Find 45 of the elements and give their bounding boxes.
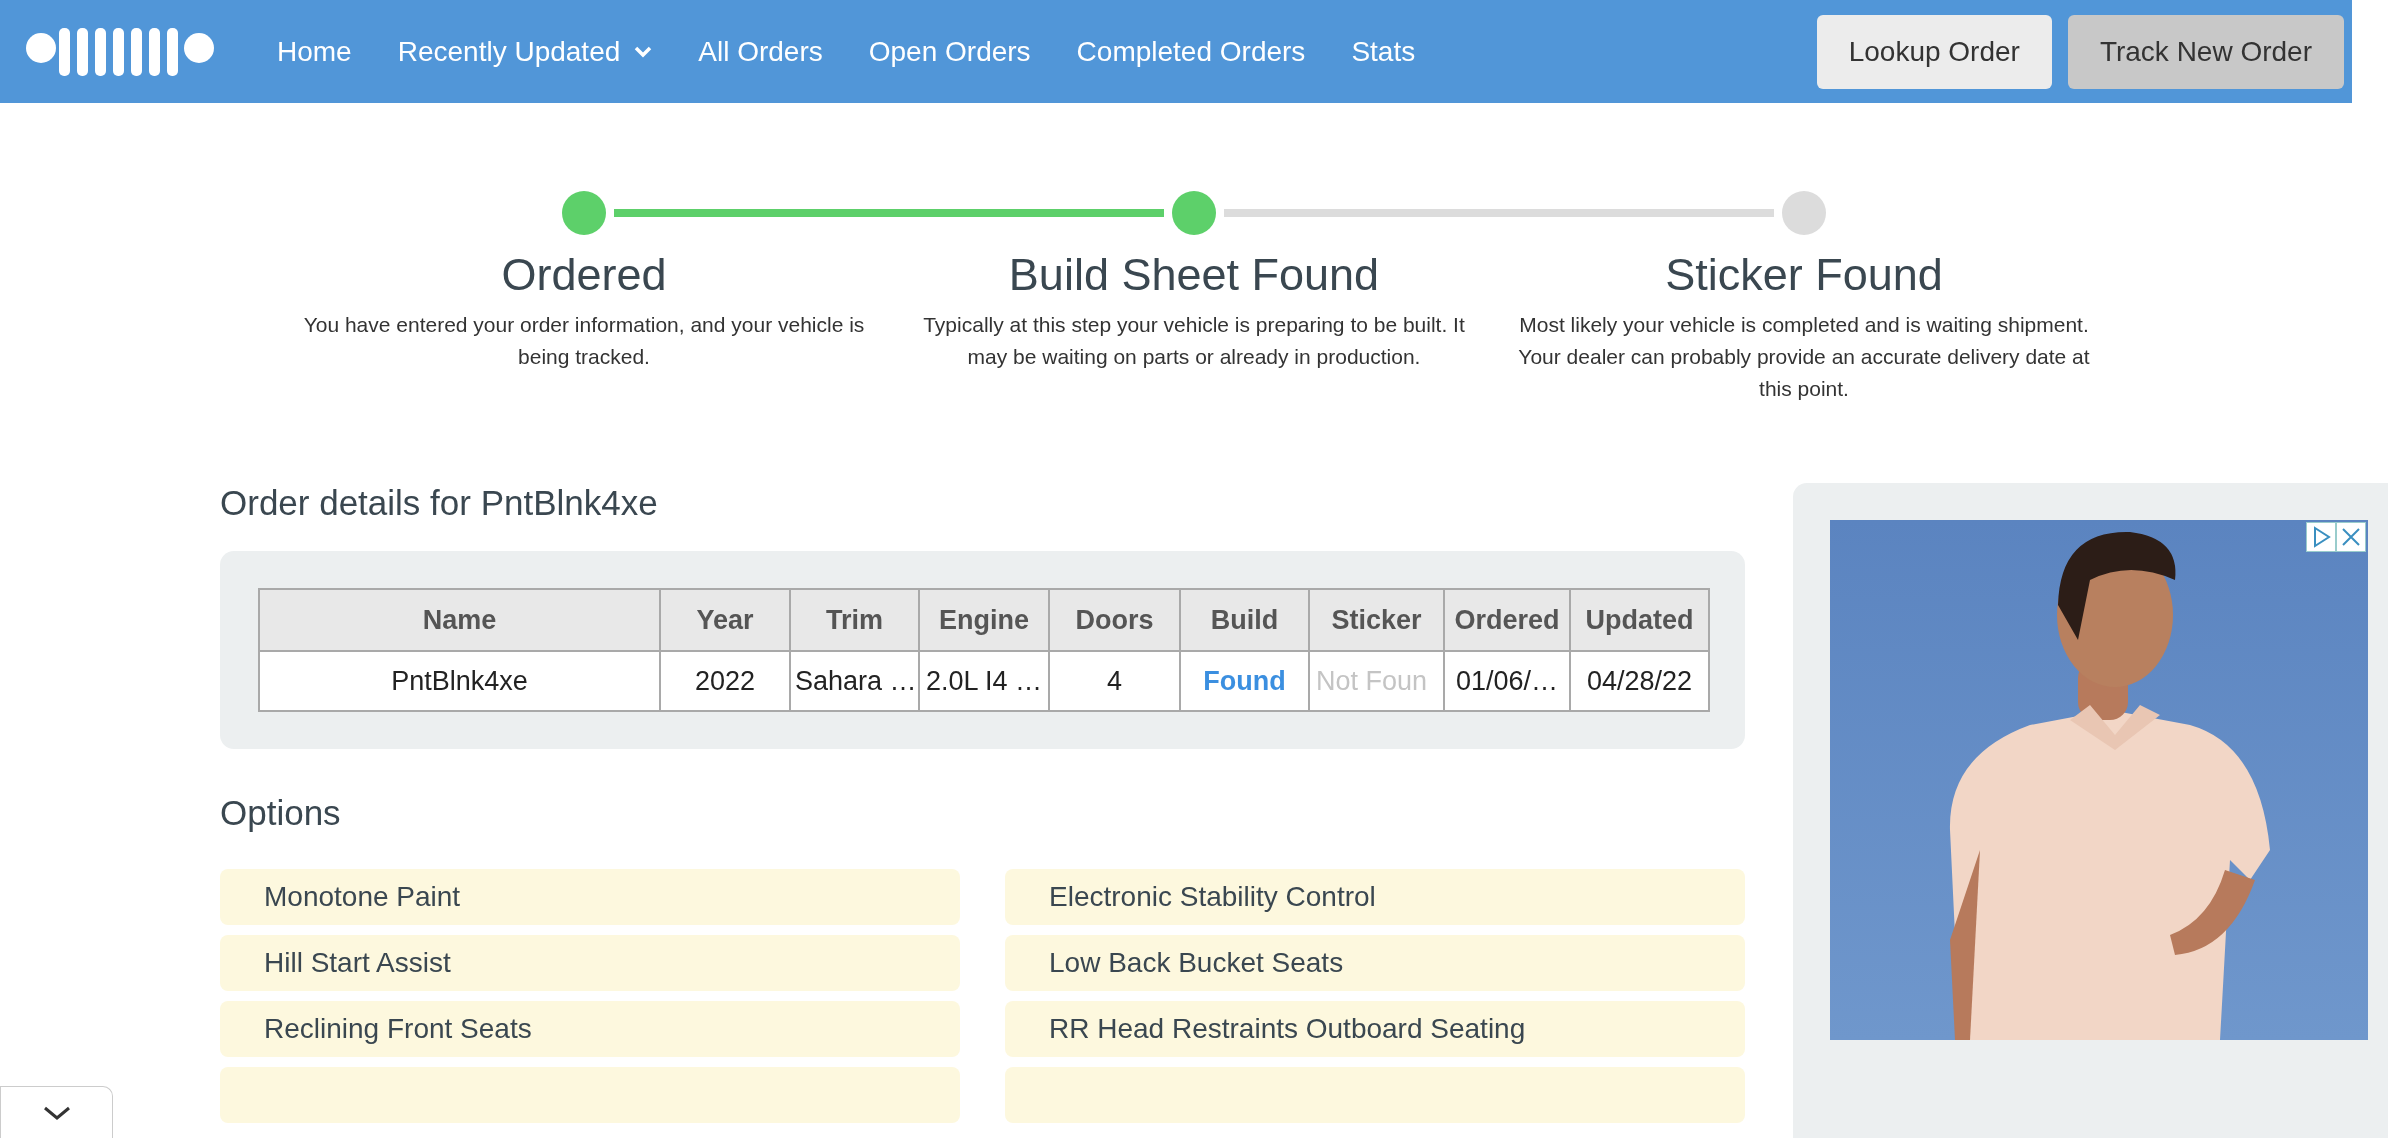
option-tile: Monotone Paint — [220, 869, 960, 925]
ad-info-icon[interactable] — [2306, 522, 2336, 552]
column-header[interactable]: Year — [660, 589, 790, 651]
column-header[interactable]: Sticker — [1309, 589, 1444, 651]
nav-link[interactable]: Stats — [1351, 35, 1416, 68]
column-header[interactable]: Name — [259, 589, 660, 651]
column-header[interactable]: Trim — [790, 589, 919, 651]
table-cell: PntBlnk4xe — [259, 651, 660, 711]
table-cell: 4 — [1049, 651, 1180, 711]
option-tile: Hill Start Assist — [220, 935, 960, 991]
table-cell: 2.0L I4 … — [919, 651, 1049, 711]
column-header[interactable]: Ordered — [1444, 589, 1570, 651]
grille-logo[interactable] — [25, 25, 215, 78]
step-title: Build Sheet Found — [1008, 249, 1380, 301]
chevron-down-icon — [634, 45, 653, 58]
nav-link[interactable]: Open Orders — [868, 35, 1031, 68]
options-heading: Options — [220, 793, 342, 833]
column-header[interactable]: Engine — [919, 589, 1049, 651]
nav-link[interactable]: Home — [277, 35, 352, 68]
step-description: You have entered your order information, and your vehicle is being tracked. — [302, 312, 866, 370]
close-icon[interactable] — [2336, 522, 2366, 552]
track-order-button[interactable]: Track New Order — [2067, 14, 2344, 89]
table-cell: 01/06/… — [1444, 651, 1570, 711]
option-tile: Electronic Stability Control — [1005, 869, 1745, 925]
order-heading: Order details for PntBlnk4xe — [220, 483, 659, 523]
step-description: Typically at this step your vehicle is preparing to be built. It may be waiting on parts or already in production. — [922, 312, 1466, 370]
column-header[interactable]: Build — [1180, 589, 1309, 651]
lookup-order-button[interactable]: Lookup Order — [1816, 14, 2052, 89]
step-title: Sticker Found — [1665, 249, 1943, 301]
option-tile: RR Head Restraints Outboard Seating — [1005, 1001, 1745, 1057]
status-link[interactable]: Found — [1180, 651, 1309, 711]
chevron-down-icon — [41, 1104, 72, 1121]
table-cell: Not Foun — [1309, 651, 1444, 711]
step-description: Most likely your vehicle is completed and is waiting shipment. Your dealer can probably provide an accurate delivery date at this point. — [1517, 312, 2091, 402]
table-cell: 04/28/22 — [1570, 651, 1709, 711]
nav-link[interactable]: Completed Orders — [1076, 35, 1306, 68]
column-header[interactable]: Updated — [1570, 589, 1709, 651]
option-tile: Low Back Bucket Seats — [1005, 935, 1745, 991]
table-cell: Sahara … — [790, 651, 919, 711]
column-header[interactable]: Doors — [1049, 589, 1180, 651]
nav-link[interactable]: Recently Updated — [397, 35, 653, 68]
nav-link[interactable]: All Orders — [698, 35, 823, 68]
table-cell: 2022 — [660, 651, 790, 711]
step-title: Ordered — [501, 249, 667, 301]
option-tile: Reclining Front Seats — [220, 1001, 960, 1057]
